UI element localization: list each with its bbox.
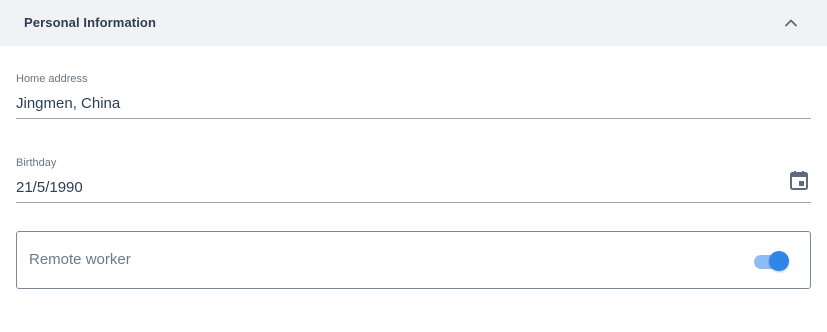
home-address-input[interactable] bbox=[16, 93, 776, 113]
section-header[interactable]: Personal Information bbox=[0, 0, 827, 46]
home-address-field: Home address bbox=[16, 68, 811, 119]
remote-worker-label: Remote worker bbox=[29, 251, 131, 268]
home-address-label: Home address bbox=[16, 73, 88, 85]
birthday-field: Birthday bbox=[16, 152, 811, 203]
calendar-icon[interactable] bbox=[788, 169, 810, 191]
birthday-label: Birthday bbox=[16, 157, 57, 169]
section-title: Personal Information bbox=[24, 15, 157, 30]
birthday-input[interactable] bbox=[16, 177, 756, 197]
remote-worker-switch[interactable] bbox=[753, 250, 791, 272]
switch-thumb bbox=[769, 251, 789, 271]
personal-information-panel: Personal Information Home address Birthd… bbox=[0, 0, 827, 332]
chevron-up-icon[interactable] bbox=[780, 12, 802, 34]
remote-worker-toggle-row[interactable]: Remote worker bbox=[16, 231, 811, 289]
